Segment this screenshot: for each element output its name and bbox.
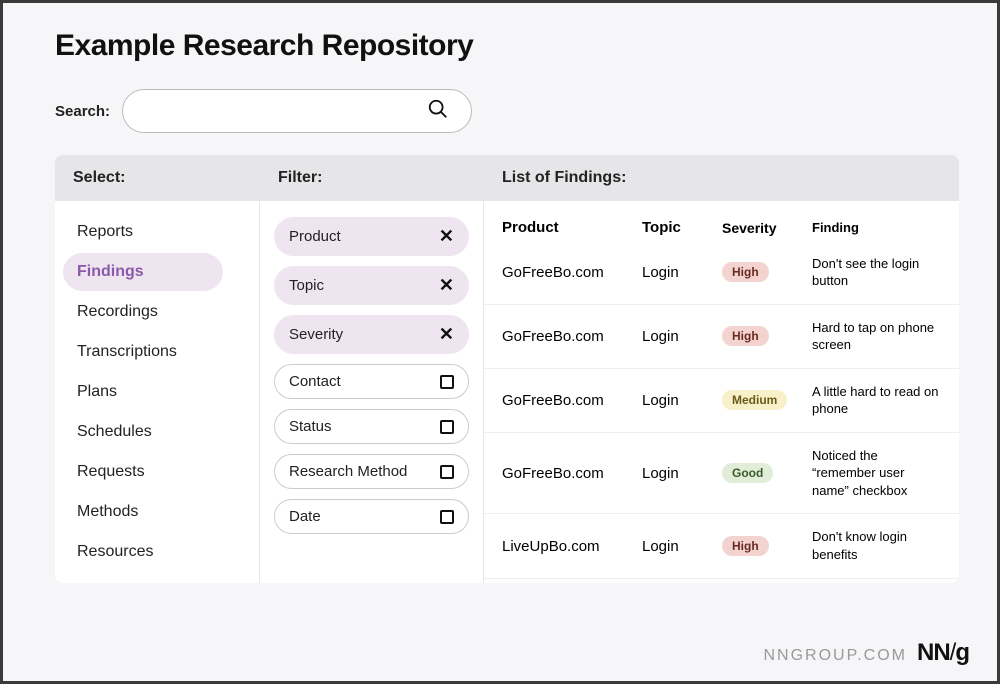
cell-topic: Login bbox=[642, 465, 712, 482]
col-header-product: Product bbox=[502, 219, 632, 236]
table-row[interactable]: GoFreeBo.com Login Medium A little hard to … bbox=[484, 369, 959, 433]
findings-panel: List of Findings: Product Topic Severity… bbox=[483, 155, 959, 583]
cell-severity: Good bbox=[722, 463, 802, 483]
cell-topic: Login bbox=[642, 538, 712, 555]
filter-pill-contact[interactable]: Contact bbox=[274, 364, 469, 399]
search-row: Search: bbox=[55, 89, 959, 133]
filter-pill-severity[interactable]: Severity ✕ bbox=[274, 315, 469, 354]
filter-panel: Filter: Product ✕ Topic ✕ Severity ✕ Contact St… bbox=[259, 155, 483, 583]
filter-pill-topic[interactable]: Topic ✕ bbox=[274, 266, 469, 305]
select-item-plans[interactable]: Plans bbox=[63, 373, 223, 411]
cell-product: GoFreeBo.com bbox=[502, 328, 632, 345]
filter-pill-research-method[interactable]: Research Method bbox=[274, 454, 469, 489]
cell-product: GoFreeBo.com bbox=[502, 392, 632, 409]
filter-pill-label: Date bbox=[289, 508, 321, 525]
filter-pill-label: Research Method bbox=[289, 463, 407, 480]
select-item-transcriptions[interactable]: Transcriptions bbox=[63, 333, 223, 371]
filter-pill-product[interactable]: Product ✕ bbox=[274, 217, 469, 256]
cell-finding: Hard to tap on phone screen bbox=[812, 319, 941, 354]
col-header-finding: Finding bbox=[812, 219, 941, 237]
cell-severity: Medium bbox=[722, 390, 802, 410]
cell-topic: Login bbox=[642, 392, 712, 409]
severity-badge: Medium bbox=[722, 390, 787, 410]
table-row[interactable]: GoFreeBo.com Login Good Noticed the “rememb… bbox=[484, 433, 959, 515]
filter-pill-label: Topic bbox=[289, 277, 324, 294]
cell-finding: A little hard to read on phone bbox=[812, 383, 941, 418]
cell-severity: High bbox=[722, 262, 802, 282]
search-icon bbox=[427, 98, 449, 125]
select-item-recordings[interactable]: Recordings bbox=[63, 293, 223, 331]
filter-pill-status[interactable]: Status bbox=[274, 409, 469, 444]
select-item-findings[interactable]: Findings bbox=[63, 253, 223, 291]
filter-pill-label: Contact bbox=[289, 373, 341, 390]
panels-container: Select: ReportsFindingsRecordingsTranscr… bbox=[55, 155, 959, 583]
cell-severity: High bbox=[722, 326, 802, 346]
severity-badge: High bbox=[722, 536, 769, 556]
filter-pill-label: Severity bbox=[289, 326, 343, 343]
findings-table: Product Topic Severity Finding GoFreeBo.… bbox=[484, 201, 959, 579]
select-panel: Select: ReportsFindingsRecordingsTranscr… bbox=[55, 155, 259, 583]
filter-pill-label: Status bbox=[289, 418, 332, 435]
cell-severity: High bbox=[722, 536, 802, 556]
checkbox-icon bbox=[440, 510, 454, 524]
col-header-topic: Topic bbox=[642, 219, 712, 236]
severity-badge: High bbox=[722, 326, 769, 346]
search-label: Search: bbox=[55, 103, 110, 120]
app-root: Example Research Repository Search: Sele… bbox=[0, 0, 1000, 684]
filter-pill-label: Product bbox=[289, 228, 341, 245]
select-header: Select: bbox=[55, 155, 259, 201]
brand-g: g bbox=[955, 639, 969, 666]
cell-product: GoFreeBo.com bbox=[502, 465, 632, 482]
table-row[interactable]: LiveUpBo.com Login High Don't know login be… bbox=[484, 514, 959, 578]
cell-product: GoFreeBo.com bbox=[502, 264, 632, 281]
select-item-reports[interactable]: Reports bbox=[63, 213, 223, 251]
checkbox-icon bbox=[440, 465, 454, 479]
severity-badge: Good bbox=[722, 463, 773, 483]
close-icon: ✕ bbox=[439, 226, 454, 247]
brand-nn: NN bbox=[917, 639, 950, 666]
cell-topic: Login bbox=[642, 328, 712, 345]
select-list: ReportsFindingsRecordingsTranscriptionsP… bbox=[55, 201, 259, 583]
table-row[interactable]: GoFreeBo.com Login High Don't see the login… bbox=[484, 241, 959, 305]
table-row[interactable]: GoFreeBo.com Login High Hard to tap on phon… bbox=[484, 305, 959, 369]
brand-logo: NN/g bbox=[917, 639, 969, 667]
filter-header: Filter: bbox=[260, 155, 483, 201]
select-item-requests[interactable]: Requests bbox=[63, 453, 223, 491]
select-item-resources[interactable]: Resources bbox=[63, 533, 223, 571]
filter-list: Product ✕ Topic ✕ Severity ✕ Contact Status Rese… bbox=[260, 201, 483, 550]
checkbox-icon bbox=[440, 375, 454, 389]
findings-header: List of Findings: bbox=[484, 155, 959, 201]
page-title: Example Research Repository bbox=[55, 29, 959, 63]
search-input[interactable] bbox=[122, 89, 472, 133]
select-item-methods[interactable]: Methods bbox=[63, 493, 223, 531]
cell-finding: Noticed the “remember user name” checkbo… bbox=[812, 447, 941, 500]
cell-finding: Don't know login benefits bbox=[812, 528, 941, 563]
filter-pill-date[interactable]: Date bbox=[274, 499, 469, 534]
select-item-schedules[interactable]: Schedules bbox=[63, 413, 223, 451]
findings-header-row: Product Topic Severity Finding bbox=[484, 201, 959, 241]
close-icon: ✕ bbox=[439, 275, 454, 296]
cell-product: LiveUpBo.com bbox=[502, 538, 632, 555]
footer-logo: NNGROUP.COM NN/g bbox=[763, 639, 969, 667]
footer-url: NNGROUP.COM bbox=[763, 647, 907, 665]
cell-topic: Login bbox=[642, 264, 712, 281]
col-header-severity: Severity bbox=[722, 220, 802, 236]
close-icon: ✕ bbox=[439, 324, 454, 345]
cell-finding: Don't see the login button bbox=[812, 255, 941, 290]
severity-badge: High bbox=[722, 262, 769, 282]
checkbox-icon bbox=[440, 420, 454, 434]
